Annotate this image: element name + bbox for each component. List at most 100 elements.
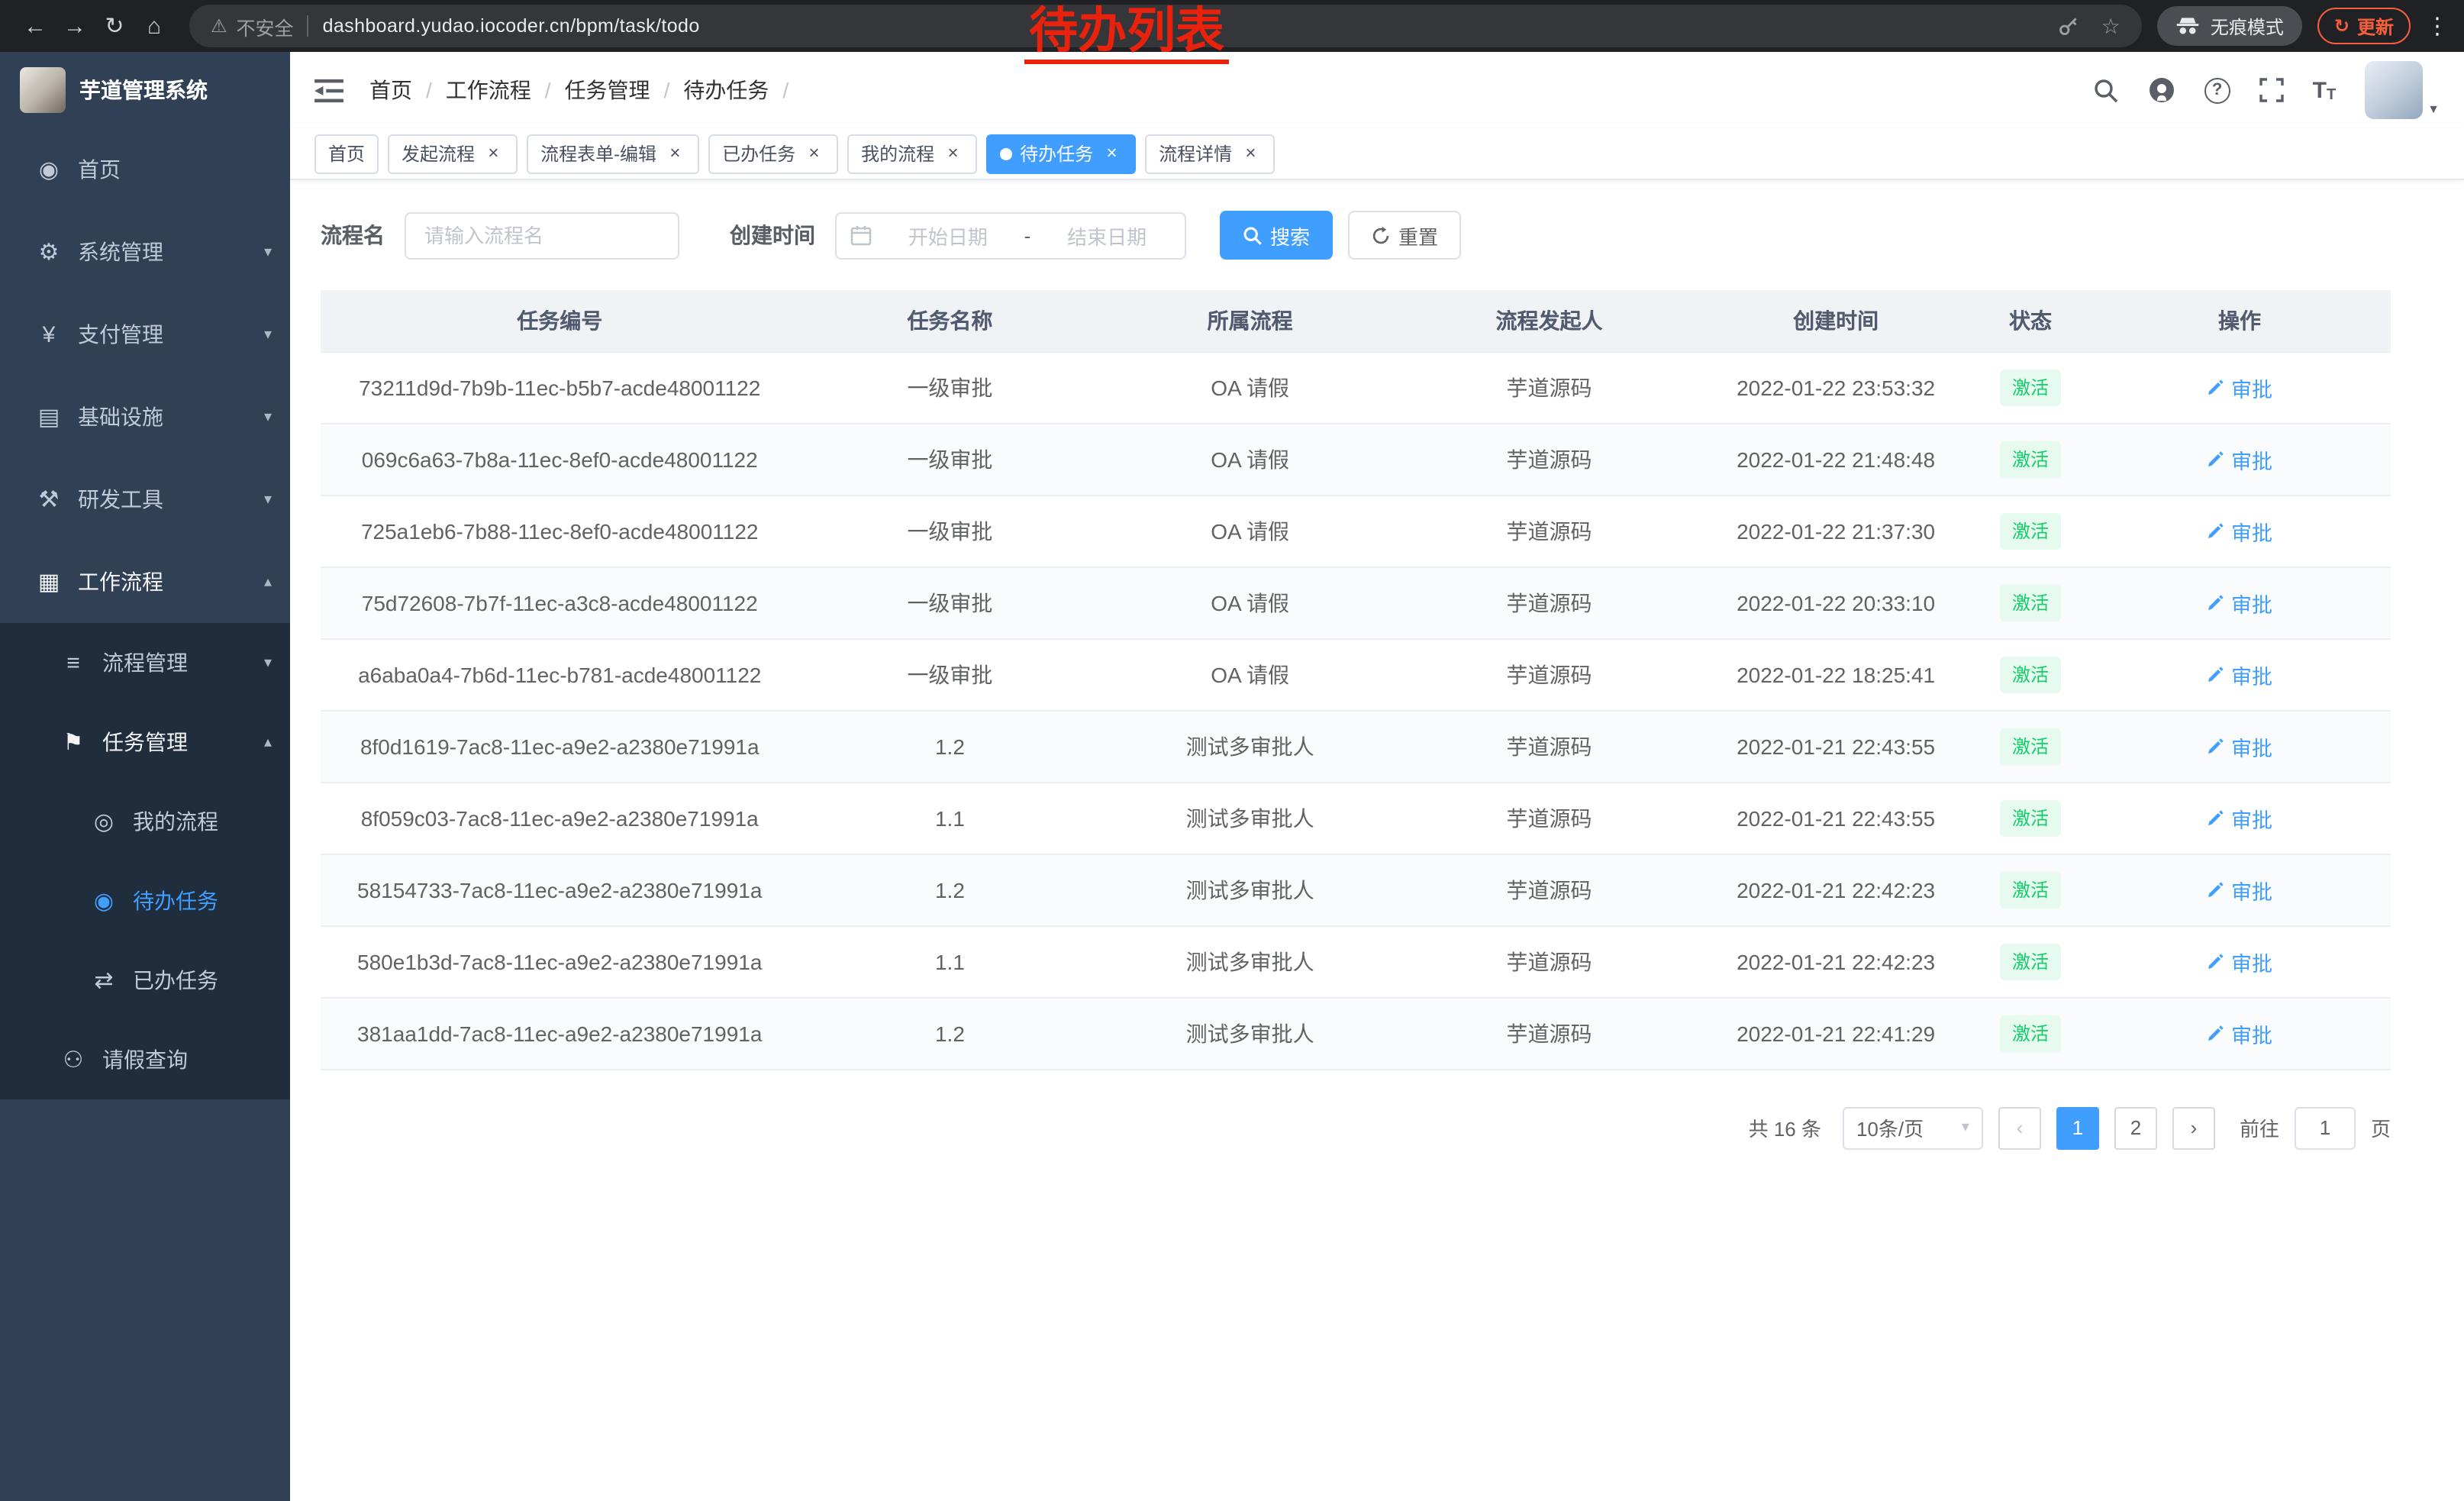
start-date-placeholder[interactable]: 开始日期 [884, 221, 1012, 250]
sidebar-item-leave-query[interactable]: ⚇ 请假查询 [0, 1020, 290, 1099]
eye-icon: ◉ [89, 887, 119, 915]
next-page-button[interactable]: › [2172, 1106, 2215, 1149]
approve-link[interactable]: 审批 [2207, 946, 2272, 976]
breadcrumb-item[interactable]: 首页 [369, 75, 446, 105]
close-icon[interactable]: × [803, 143, 824, 164]
logo-image [20, 67, 66, 113]
sidebar-item-my-process[interactable]: ◎ 我的流程 [0, 782, 290, 861]
table-row[interactable]: a6aba0a4-7b6d-11ec-b781-acde48001122 一级审… [321, 638, 2391, 710]
create-time-label: 创建时间 [730, 220, 815, 250]
search-button[interactable]: 搜索 [1220, 211, 1333, 260]
browser-reload-button[interactable]: ↻ [95, 6, 134, 46]
approve-link[interactable]: 审批 [2207, 1018, 2272, 1048]
browser-home-button[interactable]: ⌂ [134, 6, 174, 46]
date-range-picker[interactable]: 开始日期 - 结束日期 [835, 211, 1186, 259]
tab-todo-tasks[interactable]: 待办任务 × [986, 134, 1136, 173]
approve-link[interactable]: 审批 [2207, 802, 2272, 833]
font-size-icon[interactable]: TT [2313, 77, 2337, 103]
fullscreen-icon[interactable] [2259, 78, 2284, 102]
close-icon[interactable]: × [1240, 143, 1261, 164]
incognito-badge[interactable]: 无痕模式 [2157, 6, 2302, 46]
tab-home[interactable]: 首页 × [314, 134, 379, 173]
tab-done-tasks[interactable]: 已办任务 × [708, 134, 838, 173]
chevron-down-icon: ▼ [2427, 102, 2440, 119]
browser-forward-button[interactable]: → [55, 6, 95, 46]
table-row[interactable]: 381aa1dd-7ac8-11ec-a9e2-a2380e71991a 1.2… [321, 997, 2391, 1069]
column-header: 任务编号 [321, 290, 798, 351]
sidebar-item-process-manage[interactable]: ≡ 流程管理 ▾ [0, 623, 290, 702]
page-2-button[interactable]: 2 [2114, 1106, 2157, 1149]
browser-menu-icon[interactable]: ⋮ [2426, 12, 2449, 40]
column-header: 任务名称 [798, 290, 1101, 351]
close-icon[interactable]: × [482, 143, 504, 164]
key-icon[interactable] [2059, 15, 2080, 37]
approve-link[interactable]: 审批 [2207, 587, 2272, 618]
table-row[interactable]: 725a1eb6-7b88-11ec-8ef0-acde48001122 一级审… [321, 495, 2391, 567]
approve-link[interactable]: 审批 [2207, 444, 2272, 474]
avatar[interactable] [2365, 61, 2423, 119]
reset-button[interactable]: 重置 [1348, 211, 1461, 260]
page-unit-label: 页 [2371, 1113, 2391, 1142]
topbar: 首页 工作流程 任务管理 待办任务 [290, 52, 2464, 128]
create-time-cell: 2022-01-21 22:43:55 [1699, 782, 1972, 854]
goto-page-input[interactable] [2295, 1106, 2356, 1149]
approve-link[interactable]: 审批 [2207, 372, 2272, 402]
process-name-input[interactable] [405, 211, 679, 259]
sidebar-item-workflow[interactable]: ▦ 工作流程 ▴ [0, 541, 290, 623]
security-label[interactable]: 不安全 [237, 11, 294, 40]
tab-form-edit[interactable]: 流程表单-编辑 × [527, 134, 699, 173]
prev-page-button[interactable]: ‹ [1998, 1106, 2041, 1149]
task-name-cell: 一级审批 [798, 638, 1101, 710]
collapse-sidebar-button[interactable] [314, 76, 345, 104]
table-row[interactable]: 75d72608-7b7f-11ec-a3c8-acde48001122 一级审… [321, 567, 2391, 638]
task-name-cell: 一级审批 [798, 351, 1101, 423]
approve-link[interactable]: 审批 [2207, 515, 2272, 546]
approve-link[interactable]: 审批 [2207, 659, 2272, 689]
update-button[interactable]: ↻ 更新 [2317, 8, 2411, 44]
search-icon[interactable] [2093, 77, 2119, 103]
create-time-cell: 2022-01-22 18:25:41 [1699, 638, 1972, 710]
process-cell: 测试多审批人 [1101, 710, 1399, 782]
table-row[interactable]: 8f0d1619-7ac8-11ec-a9e2-a2380e71991a 1.2… [321, 710, 2391, 782]
close-icon[interactable]: × [942, 143, 963, 164]
page-size-select[interactable]: 10条/页 ▾ [1843, 1106, 1983, 1149]
github-icon[interactable] [2148, 76, 2175, 104]
url-text[interactable]: dashboard.yudao.iocoder.cn/bpm/task/todo [323, 15, 700, 37]
table-row[interactable]: 069c6a63-7b8a-11ec-8ef0-acde48001122 一级审… [321, 423, 2391, 495]
approve-link[interactable]: 审批 [2207, 874, 2272, 905]
sidebar-item-infrastructure[interactable]: ▤ 基础设施 ▾ [0, 376, 290, 458]
sidebar-item-todo-tasks[interactable]: ◉ 待办任务 [0, 861, 290, 941]
breadcrumb-item[interactable]: 任务管理 [565, 75, 684, 105]
user-menu[interactable]: ▼ [2365, 61, 2440, 119]
bookmark-star-icon[interactable]: ☆ [2101, 13, 2121, 39]
sidebar-item-task-manage[interactable]: ⚑ 任务管理 ▴ [0, 702, 290, 782]
close-icon[interactable]: × [1101, 143, 1122, 164]
tab-label: 已办任务 [722, 140, 795, 166]
task-id-cell: 580e1b3d-7ac8-11ec-a9e2-a2380e71991a [321, 925, 798, 997]
tab-process-detail[interactable]: 流程详情 × [1145, 134, 1275, 173]
page-1-button[interactable]: 1 [2056, 1106, 2099, 1149]
sidebar-item-system[interactable]: ⚙ 系统管理 ▾ [0, 211, 290, 293]
tab-start-process[interactable]: 发起流程 × [388, 134, 518, 173]
table-row[interactable]: 73211d9d-7b9b-11ec-b5b7-acde48001122 一级审… [321, 351, 2391, 423]
table-row[interactable]: 8f059c03-7ac8-11ec-a9e2-a2380e71991a 1.1… [321, 782, 2391, 854]
end-date-placeholder[interactable]: 结束日期 [1043, 221, 1171, 250]
approve-link[interactable]: 审批 [2207, 731, 2272, 761]
help-icon[interactable]: ? [2204, 77, 2230, 103]
menu-item-label: 系统管理 [78, 237, 163, 267]
sidebar-item-done-tasks[interactable]: ⇄ 已办任务 [0, 941, 290, 1020]
task-id-cell: 73211d9d-7b9b-11ec-b5b7-acde48001122 [321, 351, 798, 423]
breadcrumb-item[interactable]: 工作流程 [446, 75, 565, 105]
task-name-cell: 1.2 [798, 854, 1101, 925]
sidebar-item-devtools[interactable]: ⚒ 研发工具 ▾ [0, 458, 290, 541]
tab-my-process[interactable]: 我的流程 × [847, 134, 977, 173]
close-icon[interactable]: × [664, 143, 685, 164]
sidebar-item-home[interactable]: ◉ 首页 [0, 128, 290, 211]
address-divider [308, 15, 309, 37]
table-row[interactable]: 580e1b3d-7ac8-11ec-a9e2-a2380e71991a 1.1… [321, 925, 2391, 997]
process-cell: 测试多审批人 [1101, 997, 1399, 1069]
table-row[interactable]: 58154733-7ac8-11ec-a9e2-a2380e71991a 1.2… [321, 854, 2391, 925]
breadcrumb-item[interactable]: 待办任务 [683, 75, 802, 105]
sidebar-item-payment[interactable]: ¥ 支付管理 ▾ [0, 293, 290, 376]
browser-back-button[interactable]: ← [15, 6, 55, 46]
